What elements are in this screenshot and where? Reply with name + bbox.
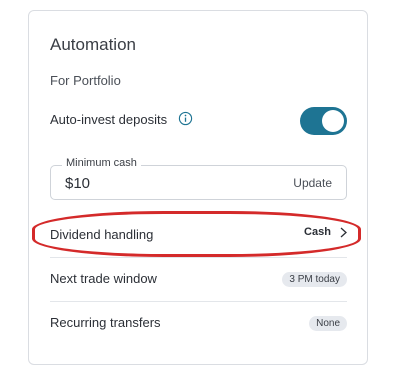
update-button[interactable]: Update [293, 176, 332, 190]
next-trade-row: Next trade window 3 PM today [50, 261, 347, 297]
divider [50, 301, 347, 302]
dividend-handling-label: Dividend handling [50, 227, 154, 242]
next-trade-label: Next trade window [50, 271, 157, 286]
auto-invest-toggle[interactable] [300, 107, 347, 135]
toggle-knob [322, 110, 344, 132]
dividend-handling-value: Cash [304, 226, 331, 238]
auto-invest-label: Auto-invest deposits [50, 112, 168, 127]
info-icon[interactable] [178, 111, 193, 126]
auto-invest-row: Auto-invest deposits [50, 107, 347, 135]
dividend-handling-value-group[interactable]: Cash [304, 226, 347, 238]
minimum-cash-field[interactable]: Minimum cash $10 Update [50, 157, 347, 200]
next-trade-badge: 3 PM today [282, 272, 347, 287]
recurring-transfers-row: Recurring transfers None [50, 305, 347, 341]
recurring-transfers-badge: None [309, 316, 347, 331]
automation-card: Automation For Portfolio Auto-invest dep… [28, 10, 368, 365]
minimum-cash-value[interactable]: $10 [65, 175, 90, 192]
divider [50, 257, 347, 258]
chevron-right-icon [340, 227, 347, 238]
minimum-cash-legend: Minimum cash [62, 157, 141, 169]
card-subtitle: For Portfolio [50, 73, 121, 88]
dividend-handling-row[interactable]: Dividend handling Cash [50, 217, 347, 253]
recurring-transfers-label: Recurring transfers [50, 315, 161, 330]
card-title: Automation [50, 35, 136, 54]
